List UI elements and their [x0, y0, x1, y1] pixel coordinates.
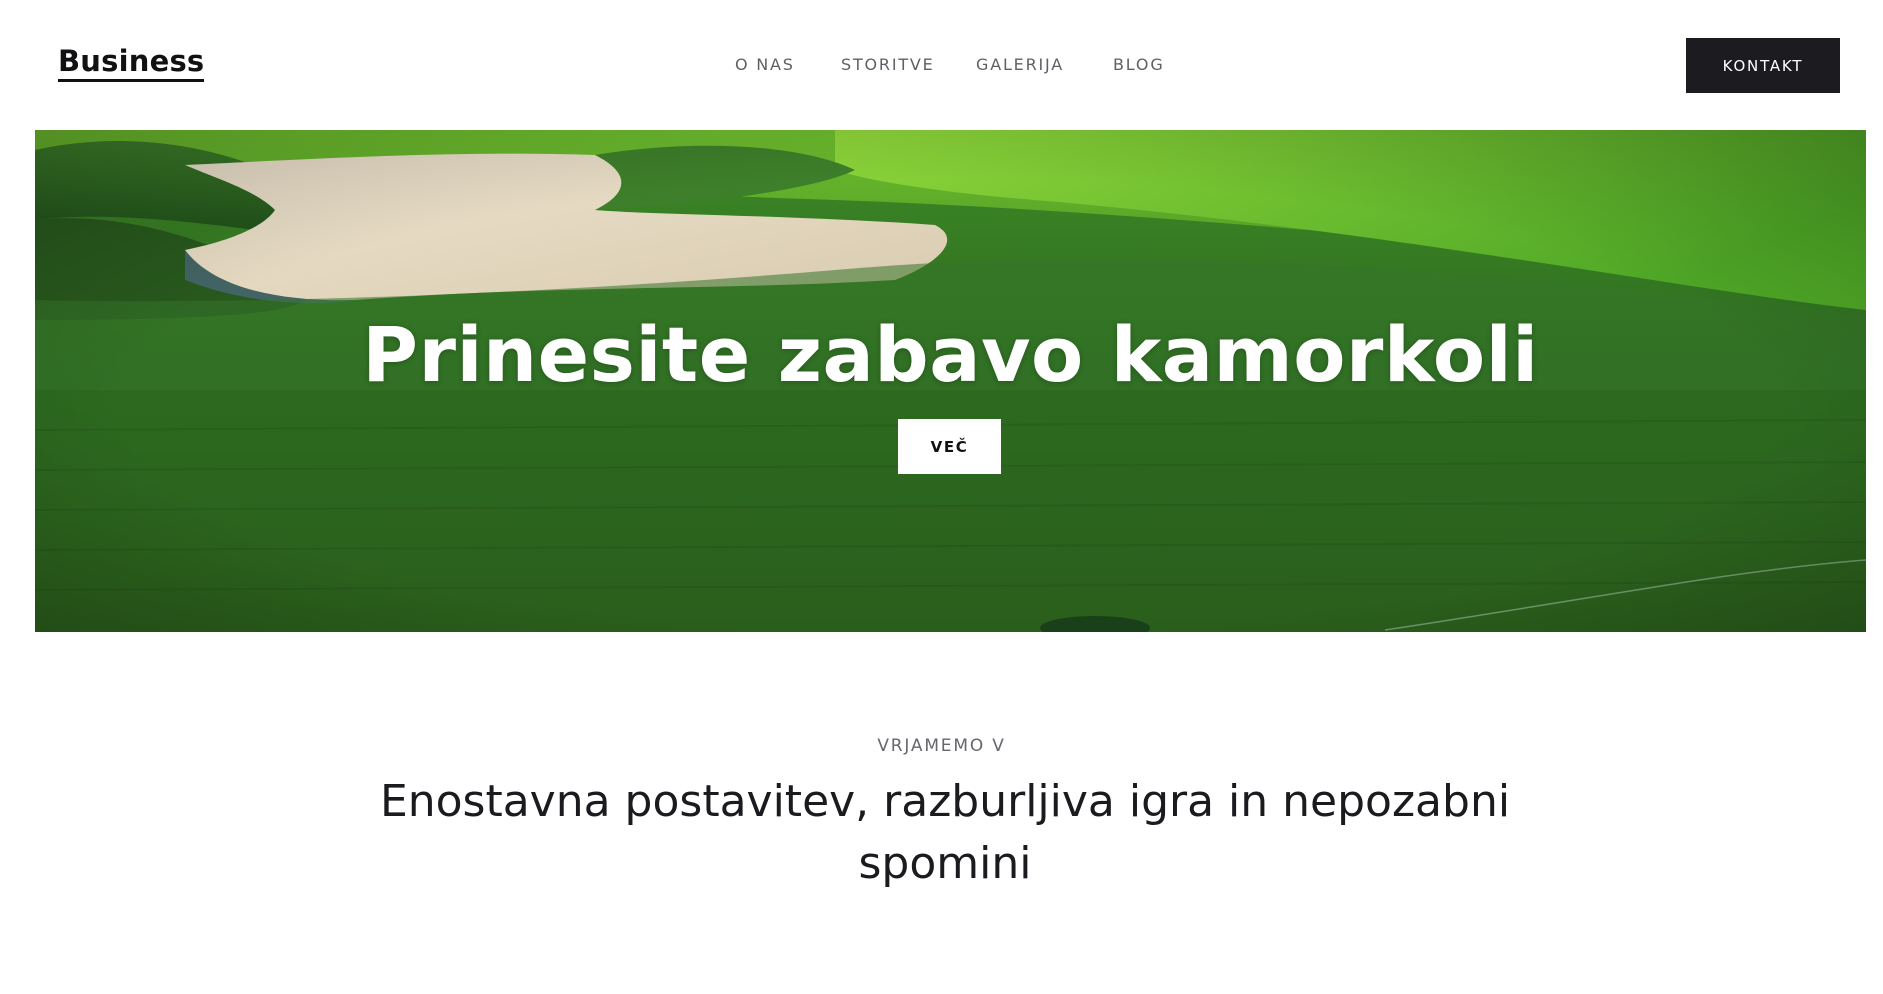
site-header: Business O NAS STORITVE GALERIJA BLOG KO… [0, 0, 1883, 130]
logo[interactable]: Business [58, 44, 205, 82]
contact-button[interactable]: KONTAKT [1686, 38, 1840, 93]
nav-item-storitve[interactable]: STORITVE [841, 55, 935, 75]
hero-banner: Prinesite zabavo kamorkoli VEČ [35, 130, 1866, 632]
more-button[interactable]: VEČ [898, 419, 1001, 474]
nav-item-galerija[interactable]: GALERIJA [976, 55, 1064, 75]
intro-heading: Enostavna postavitev, razburljiva igra i… [379, 776, 1511, 889]
hero-title: Prinesite zabavo kamorkoli [362, 310, 1539, 399]
nav-item-blog[interactable]: BLOG [1113, 55, 1165, 75]
intro-eyebrow: VRJAMEMO V [877, 736, 1006, 756]
nav-item-o-nas[interactable]: O NAS [735, 55, 795, 75]
